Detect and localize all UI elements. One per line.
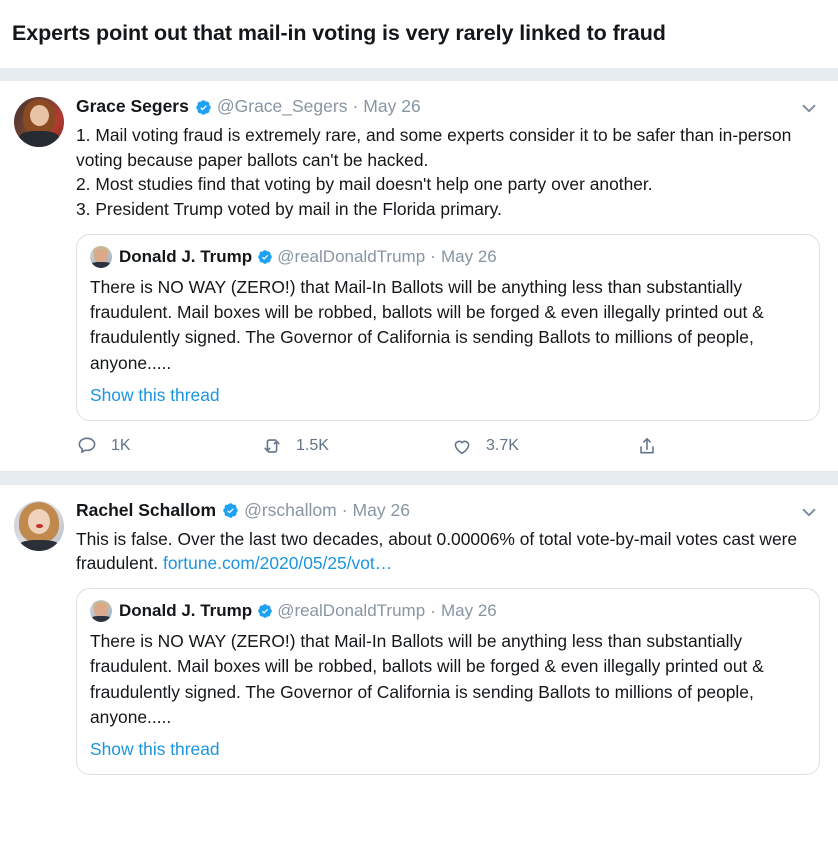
avatar-grace-segers[interactable] [14, 97, 64, 147]
retweet-button[interactable]: 1.5K [261, 435, 451, 457]
avatar-donald-trump[interactable] [90, 600, 112, 623]
verified-badge-icon [196, 99, 211, 115]
headline-divider-band [0, 68, 838, 81]
quoted-handle[interactable]: @realDonaldTrump [277, 601, 425, 621]
tweet-separator-band [0, 470, 838, 485]
quoted-display-name[interactable]: Donald J. Trump [119, 247, 252, 267]
tweet-body: 1. Mail voting fraud is extremely rare, … [76, 125, 792, 220]
reply-button[interactable]: 1K [76, 435, 261, 457]
quoted-tweet-body: There is NO WAY (ZERO!) that Mail-In Bal… [90, 276, 764, 373]
avatar-rachel-schallom[interactable] [14, 500, 64, 551]
tweet-card-rachel-schallom[interactable]: Rachel Schallom @rschallom · May 26 This… [0, 484, 838, 776]
show-this-thread-link[interactable]: Show this thread [90, 385, 806, 406]
quoted-display-name[interactable]: Donald J. Trump [119, 601, 252, 621]
quoted-timestamp[interactable]: May 26 [441, 601, 497, 621]
handle[interactable]: @Grace_Segers [217, 98, 348, 116]
separator-dot: · [430, 246, 436, 267]
quoted-tweet-card[interactable]: Donald J. Trump @realDonaldTrump · May 2… [76, 233, 820, 421]
tweet-action-bar: 1K 1.5K 3.7K [76, 435, 820, 471]
quoted-tweet-header: Donald J. Trump @realDonaldTrump · May 2… [90, 599, 806, 623]
show-this-thread-link[interactable]: Show this thread [90, 739, 806, 760]
tweet-content: Grace Segers @Grace_Segers · May 26 1. M… [76, 95, 824, 471]
reply-count: 1K [111, 436, 131, 454]
quoted-tweet-body: There is NO WAY (ZERO!) that Mail-In Bal… [90, 631, 764, 727]
tweet-header-row: Grace Segers @Grace_Segers · May 26 [76, 95, 820, 119]
separator-dot: · [341, 500, 348, 520]
quoted-tweet-header: Donald J. Trump @realDonaldTrump · May 2… [90, 245, 806, 269]
share-button[interactable] [636, 435, 676, 457]
display-name[interactable]: Rachel Schallom [76, 501, 216, 520]
chevron-down-icon[interactable] [798, 501, 820, 523]
like-count: 3.7K [486, 436, 519, 454]
tweet-content: Rachel Schallom @rschallom · May 26 This… [76, 499, 824, 776]
timestamp[interactable]: May 26 [353, 501, 410, 520]
avatar-column [14, 95, 76, 471]
avatar-donald-trump[interactable] [90, 245, 112, 268]
headline-bar: Experts point out that mail-in voting is… [0, 0, 838, 68]
tweet-card-grace-segers[interactable]: Grace Segers @Grace_Segers · May 26 1. M… [0, 81, 838, 471]
timestamp[interactable]: May 26 [363, 98, 420, 116]
share-icon [640, 437, 654, 454]
avatar-column [14, 499, 76, 775]
like-button[interactable]: 3.7K [451, 435, 636, 457]
handle[interactable]: @rschallom [244, 501, 337, 520]
tweet-header-row: Rachel Schallom @rschallom · May 26 [76, 499, 820, 523]
quoted-timestamp[interactable]: May 26 [441, 247, 497, 267]
chevron-down-icon[interactable] [798, 97, 820, 119]
reply-icon [78, 437, 96, 453]
page-title: Experts point out that mail-in voting is… [12, 21, 666, 46]
verified-badge-icon [223, 503, 238, 519]
tweet-feed-page: Experts point out that mail-in voting is… [0, 0, 838, 855]
tweet-body: This is false. Over the last two decades… [76, 527, 820, 576]
verified-badge-icon [258, 249, 273, 264]
display-name[interactable]: Grace Segers [76, 98, 189, 116]
heart-icon [454, 440, 470, 454]
separator-dot: · [352, 96, 359, 117]
retweet-icon [264, 439, 280, 453]
verified-badge-icon [258, 604, 273, 618]
separator-dot: · [430, 600, 436, 621]
retweet-count: 1.5K [296, 436, 329, 454]
quoted-handle[interactable]: @realDonaldTrump [277, 247, 425, 267]
external-link[interactable]: fortune.com/2020/05/25/vot… [163, 553, 392, 573]
quoted-tweet-card[interactable]: Donald J. Trump @realDonaldTrump · May 2… [76, 588, 820, 776]
